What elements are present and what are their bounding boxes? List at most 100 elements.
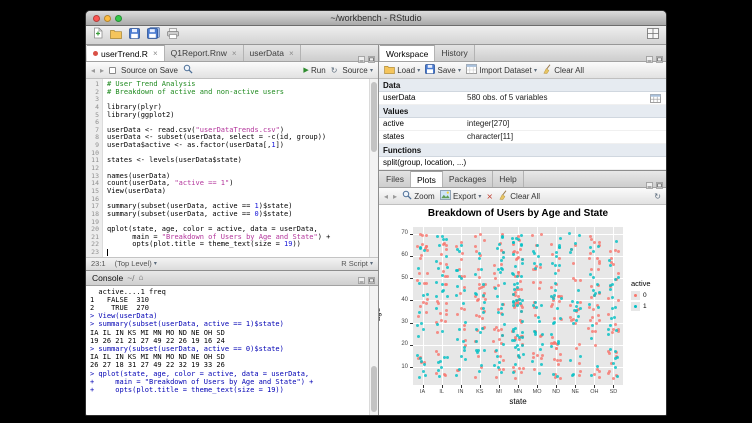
maximize-pane-button[interactable] bbox=[368, 50, 375, 68]
x-tick-label: MN bbox=[510, 389, 526, 395]
workspace-object-row[interactable]: activeinteger[270] bbox=[379, 118, 666, 131]
zoom-plot-button[interactable]: Zoom bbox=[402, 190, 435, 202]
editor-scrollbar[interactable] bbox=[369, 79, 378, 257]
minimize-pane-button[interactable] bbox=[646, 50, 653, 68]
close-icon[interactable]: × bbox=[153, 49, 158, 58]
plot-point bbox=[436, 323, 439, 326]
scope-selector[interactable]: (Top Level) ▾ bbox=[115, 259, 157, 268]
maximize-pane-button[interactable] bbox=[656, 176, 663, 194]
plot-point bbox=[514, 377, 517, 380]
back-icon[interactable]: ◂ bbox=[91, 66, 95, 75]
plot-point bbox=[597, 314, 600, 317]
plot-point bbox=[550, 333, 553, 336]
plot-point bbox=[463, 308, 466, 311]
plot-point bbox=[609, 324, 612, 327]
previous-plot-icon[interactable]: ◂ bbox=[384, 192, 388, 201]
magnifier-icon bbox=[402, 190, 412, 202]
source-tabbar: userTrend.R×Q1Report.Rnw×userData× bbox=[86, 45, 378, 62]
plot-point bbox=[519, 248, 522, 251]
remove-plot-icon[interactable]: × bbox=[486, 192, 493, 201]
file-type-selector[interactable]: R Script ▾ bbox=[341, 259, 373, 268]
minimize-pane-button[interactable] bbox=[358, 276, 365, 286]
source-tab-userdata[interactable]: userData× bbox=[244, 45, 301, 61]
plot-point bbox=[421, 234, 424, 237]
view-data-grid-icon[interactable] bbox=[650, 94, 661, 107]
workspace-object-row[interactable]: split(group, location, ...) bbox=[379, 157, 666, 170]
rerun-icon[interactable]: ↻ bbox=[331, 66, 338, 75]
tab-workspace[interactable]: Workspace bbox=[380, 45, 435, 61]
print-button[interactable] bbox=[167, 26, 179, 44]
tab-plots[interactable]: Plots bbox=[411, 171, 443, 187]
titlebar[interactable]: ~/workbench - RStudio bbox=[86, 11, 666, 26]
save-all-button[interactable] bbox=[147, 26, 160, 44]
plot-point bbox=[494, 277, 497, 280]
console-tabbar[interactable]: Console ~/ ⌂ bbox=[86, 271, 378, 286]
source-tab-q1report-rnw[interactable]: Q1Report.Rnw× bbox=[165, 45, 244, 61]
source-on-save-checkbox[interactable] bbox=[109, 67, 116, 74]
minimize-pane-button[interactable] bbox=[358, 50, 365, 68]
tab-packages[interactable]: Packages bbox=[443, 171, 493, 187]
plot-point bbox=[417, 267, 420, 270]
save-workspace-button[interactable]: Save ▾ bbox=[425, 64, 461, 76]
code-text[interactable]: # User Trend Analysis# Breakdown of acti… bbox=[103, 79, 369, 257]
console-working-directory[interactable]: ~/ bbox=[127, 273, 134, 283]
code-editor[interactable]: 1234567891011121314151617181920212223 # … bbox=[86, 79, 378, 257]
forward-icon[interactable]: ▸ bbox=[100, 66, 104, 75]
run-button[interactable]: ▶ Run bbox=[303, 66, 325, 75]
plot-point bbox=[589, 319, 592, 322]
open-file-button[interactable] bbox=[110, 26, 122, 44]
panes-layout-icon bbox=[647, 26, 659, 44]
console-output[interactable]: active....1 freq1 FALSE 3102 TRUE 270> V… bbox=[86, 286, 369, 415]
plot-point bbox=[444, 320, 447, 323]
find-icon[interactable] bbox=[183, 64, 193, 76]
plot-point bbox=[540, 357, 543, 360]
plot-point bbox=[551, 253, 554, 256]
console-line: 26 27 18 31 27 49 22 32 19 33 26 bbox=[90, 361, 369, 369]
workspace-section-header-data: Data bbox=[379, 79, 666, 92]
close-window-button[interactable] bbox=[93, 15, 100, 22]
plot-point bbox=[609, 348, 612, 351]
plot-point bbox=[458, 328, 461, 331]
close-icon[interactable]: × bbox=[232, 49, 237, 58]
maximize-pane-button[interactable] bbox=[368, 276, 375, 286]
plot-point bbox=[592, 276, 595, 279]
minimize-window-button[interactable] bbox=[104, 15, 111, 22]
new-file-button[interactable] bbox=[93, 26, 103, 44]
zoom-window-button[interactable] bbox=[115, 15, 122, 22]
scrollbar-thumb[interactable] bbox=[371, 366, 377, 412]
clear-plots-button[interactable]: Clear All bbox=[498, 190, 540, 202]
clear-workspace-button[interactable]: Clear All bbox=[542, 64, 584, 76]
plot-point bbox=[615, 240, 618, 243]
console-scrollbar[interactable] bbox=[369, 286, 378, 415]
console-line: IA IL IN KS MI MN MO ND NE OH SD bbox=[90, 353, 369, 361]
tab-history[interactable]: History bbox=[435, 45, 474, 61]
workspace-object-list: DatauserData580 obs. of 5 variablesValue… bbox=[379, 79, 666, 170]
source-tab-usertrend-r[interactable]: userTrend.R× bbox=[87, 45, 165, 61]
save-button[interactable] bbox=[129, 26, 140, 44]
x-tick bbox=[442, 385, 443, 388]
plot-point bbox=[483, 239, 486, 242]
import-dataset-button[interactable]: Import Dataset ▾ bbox=[466, 64, 537, 76]
tab-files[interactable]: Files bbox=[380, 171, 411, 187]
console-line: 19 26 21 21 27 49 22 26 19 16 24 bbox=[90, 337, 369, 345]
workspace-object-row[interactable]: statescharacter[11] bbox=[379, 131, 666, 144]
panes-layout-button[interactable] bbox=[647, 26, 659, 44]
load-workspace-button[interactable]: Load ▾ bbox=[384, 65, 420, 76]
close-icon[interactable]: × bbox=[289, 49, 294, 58]
next-plot-icon[interactable]: ▸ bbox=[393, 192, 397, 201]
plot-point bbox=[598, 291, 601, 294]
plot-point bbox=[579, 307, 582, 310]
plot-point bbox=[598, 241, 601, 244]
scrollbar-thumb[interactable] bbox=[371, 82, 377, 152]
minimize-pane-button[interactable] bbox=[646, 176, 653, 194]
plot-point bbox=[436, 331, 439, 334]
plot-viewer: Breakdown of Users by Age and State age … bbox=[379, 205, 666, 415]
plot-point bbox=[539, 281, 542, 284]
export-plot-button[interactable]: Export ▾ bbox=[440, 190, 482, 202]
workspace-object-row[interactable]: userData580 obs. of 5 variables bbox=[379, 92, 666, 105]
tab-help[interactable]: Help bbox=[493, 171, 523, 187]
object-value: character[11] bbox=[467, 131, 666, 143]
maximize-pane-button[interactable] bbox=[656, 50, 663, 68]
plot-point bbox=[539, 266, 542, 269]
plot-point bbox=[555, 255, 558, 258]
